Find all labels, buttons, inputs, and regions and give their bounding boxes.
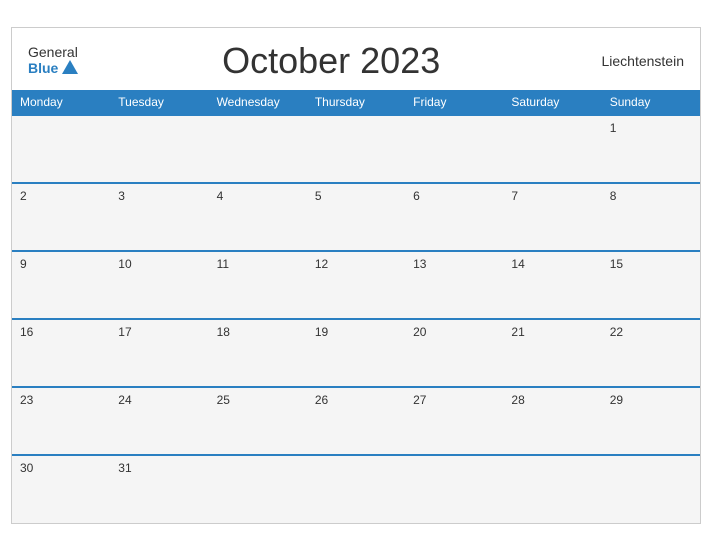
day-number: 2 bbox=[20, 189, 27, 203]
day-number: 6 bbox=[413, 189, 420, 203]
day-number: 15 bbox=[610, 257, 623, 271]
day-number: 28 bbox=[511, 393, 524, 407]
day-number: 29 bbox=[610, 393, 623, 407]
day-number: 20 bbox=[413, 325, 426, 339]
day-number: 7 bbox=[511, 189, 518, 203]
day-number: 13 bbox=[413, 257, 426, 271]
day-number: 11 bbox=[217, 257, 229, 271]
day-number: 14 bbox=[511, 257, 524, 271]
calendar-day-cell: 11 bbox=[209, 251, 307, 319]
country-label: Liechtenstein bbox=[584, 53, 684, 69]
day-number: 8 bbox=[610, 189, 617, 203]
calendar-week-row: 23 24 25 26 27 28 29 bbox=[12, 387, 700, 455]
calendar-container: General Blue October 2023 Liechtenstein … bbox=[11, 27, 701, 524]
day-number: 5 bbox=[315, 189, 322, 203]
header-wednesday: Wednesday bbox=[209, 90, 307, 115]
calendar-title: October 2023 bbox=[78, 40, 584, 82]
calendar-day-cell: 13 bbox=[405, 251, 503, 319]
calendar-day-cell: 29 bbox=[602, 387, 700, 455]
calendar-day-cell bbox=[503, 115, 601, 183]
calendar-day-cell: 23 bbox=[12, 387, 110, 455]
logo-triangle-icon bbox=[62, 60, 78, 74]
calendar-day-cell: 21 bbox=[503, 319, 601, 387]
header-tuesday: Tuesday bbox=[110, 90, 208, 115]
calendar-week-row: 16 17 18 19 20 21 22 bbox=[12, 319, 700, 387]
logo-blue-text: Blue bbox=[28, 61, 58, 76]
logo: General Blue bbox=[28, 45, 78, 76]
day-number: 22 bbox=[610, 325, 623, 339]
day-number: 21 bbox=[511, 325, 524, 339]
day-number: 16 bbox=[20, 325, 33, 339]
day-number: 17 bbox=[118, 325, 131, 339]
calendar-day-cell: 1 bbox=[602, 115, 700, 183]
calendar-week-row: 2 3 4 5 6 7 8 bbox=[12, 183, 700, 251]
day-number: 10 bbox=[118, 257, 131, 271]
calendar-day-cell bbox=[209, 455, 307, 523]
day-number: 30 bbox=[20, 461, 33, 475]
day-number: 1 bbox=[610, 121, 617, 135]
day-number: 25 bbox=[217, 393, 230, 407]
calendar-header: General Blue October 2023 Liechtenstein bbox=[12, 28, 700, 90]
calendar-day-cell: 28 bbox=[503, 387, 601, 455]
calendar-day-cell: 14 bbox=[503, 251, 601, 319]
calendar-day-cell: 5 bbox=[307, 183, 405, 251]
header-monday: Monday bbox=[12, 90, 110, 115]
day-number: 18 bbox=[217, 325, 230, 339]
calendar-day-cell: 10 bbox=[110, 251, 208, 319]
weekday-header-row: Monday Tuesday Wednesday Thursday Friday… bbox=[12, 90, 700, 115]
calendar-day-cell: 15 bbox=[602, 251, 700, 319]
header-saturday: Saturday bbox=[503, 90, 601, 115]
calendar-day-cell: 2 bbox=[12, 183, 110, 251]
calendar-day-cell: 4 bbox=[209, 183, 307, 251]
day-number: 19 bbox=[315, 325, 328, 339]
calendar-day-cell: 3 bbox=[110, 183, 208, 251]
calendar-day-cell bbox=[307, 115, 405, 183]
calendar-day-cell: 9 bbox=[12, 251, 110, 319]
calendar-day-cell bbox=[405, 455, 503, 523]
calendar-day-cell bbox=[209, 115, 307, 183]
day-number: 31 bbox=[118, 461, 131, 475]
day-number: 9 bbox=[20, 257, 27, 271]
calendar-day-cell: 26 bbox=[307, 387, 405, 455]
calendar-day-cell bbox=[602, 455, 700, 523]
calendar-day-cell bbox=[405, 115, 503, 183]
calendar-day-cell: 19 bbox=[307, 319, 405, 387]
calendar-day-cell: 24 bbox=[110, 387, 208, 455]
calendar-day-cell: 16 bbox=[12, 319, 110, 387]
day-number: 27 bbox=[413, 393, 426, 407]
calendar-day-cell: 20 bbox=[405, 319, 503, 387]
calendar-day-cell: 30 bbox=[12, 455, 110, 523]
header-thursday: Thursday bbox=[307, 90, 405, 115]
day-number: 3 bbox=[118, 189, 125, 203]
day-number: 23 bbox=[20, 393, 33, 407]
calendar-day-cell: 8 bbox=[602, 183, 700, 251]
day-number: 12 bbox=[315, 257, 328, 271]
calendar-day-cell: 18 bbox=[209, 319, 307, 387]
calendar-day-cell: 7 bbox=[503, 183, 601, 251]
calendar-day-cell: 6 bbox=[405, 183, 503, 251]
calendar-week-row: 30 31 bbox=[12, 455, 700, 523]
calendar-day-cell: 22 bbox=[602, 319, 700, 387]
calendar-day-cell bbox=[307, 455, 405, 523]
calendar-day-cell: 12 bbox=[307, 251, 405, 319]
calendar-grid: Monday Tuesday Wednesday Thursday Friday… bbox=[12, 90, 700, 523]
header-friday: Friday bbox=[405, 90, 503, 115]
calendar-day-cell bbox=[503, 455, 601, 523]
calendar-day-cell: 27 bbox=[405, 387, 503, 455]
calendar-week-row: 1 bbox=[12, 115, 700, 183]
calendar-day-cell bbox=[12, 115, 110, 183]
calendar-week-row: 9 10 11 12 13 14 15 bbox=[12, 251, 700, 319]
calendar-day-cell bbox=[110, 115, 208, 183]
header-sunday: Sunday bbox=[602, 90, 700, 115]
calendar-day-cell: 17 bbox=[110, 319, 208, 387]
logo-general-text: General bbox=[28, 45, 78, 60]
day-number: 24 bbox=[118, 393, 131, 407]
day-number: 26 bbox=[315, 393, 328, 407]
day-number: 4 bbox=[217, 189, 224, 203]
calendar-day-cell: 25 bbox=[209, 387, 307, 455]
calendar-day-cell: 31 bbox=[110, 455, 208, 523]
